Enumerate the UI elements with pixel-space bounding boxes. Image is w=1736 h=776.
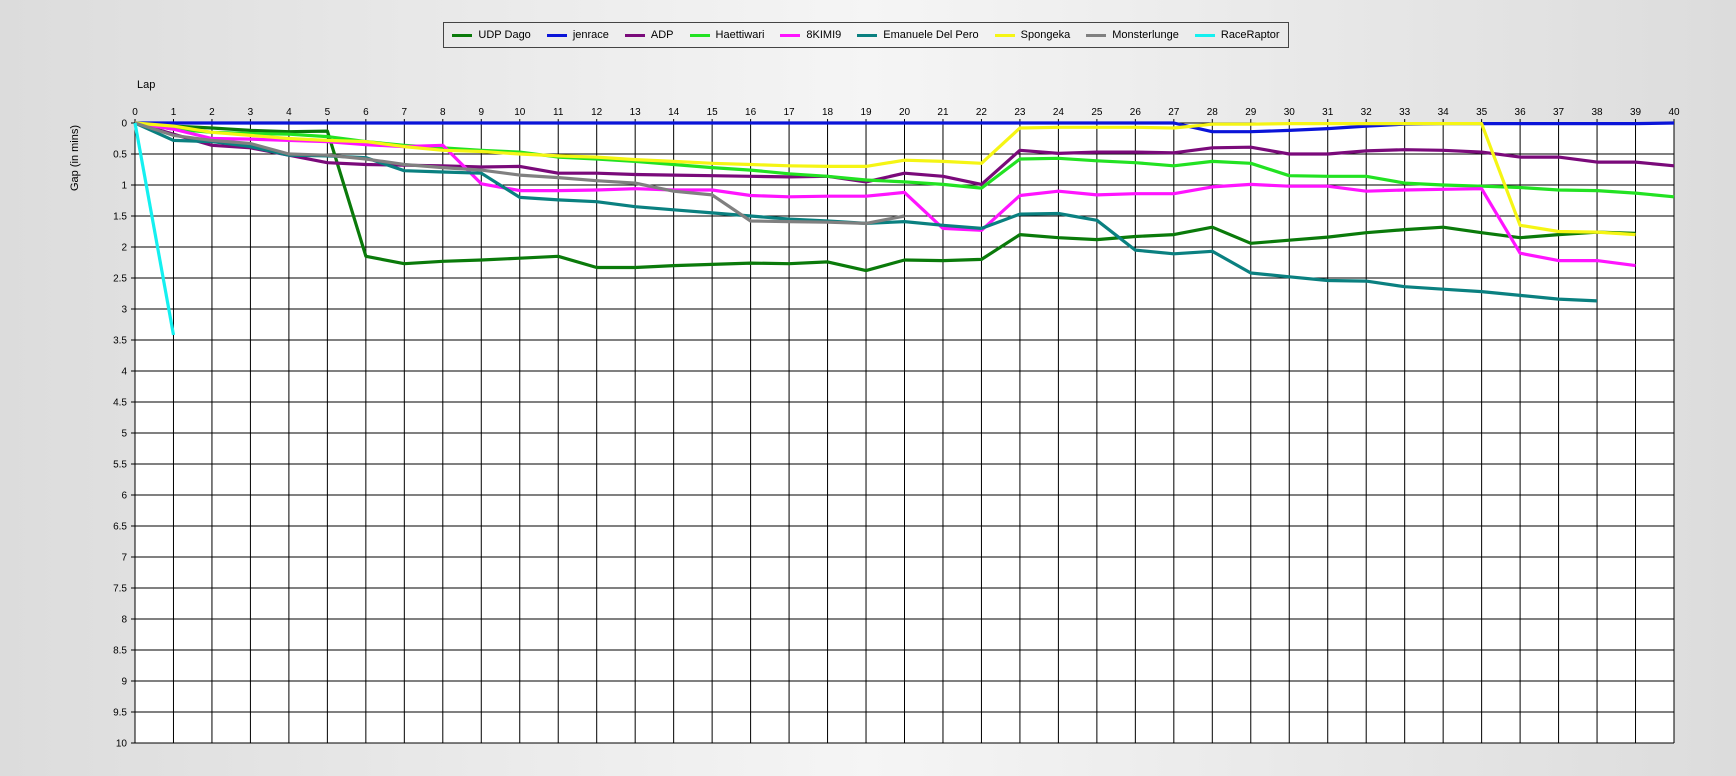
- y-axis-title: Gap (in mins): [69, 125, 81, 191]
- x-tick-label: 3: [248, 107, 254, 118]
- x-tick-label: 37: [1553, 107, 1565, 118]
- x-tick-label: 12: [591, 107, 603, 118]
- x-tick-label: 34: [1438, 107, 1450, 118]
- x-tick-label: 10: [514, 107, 526, 118]
- x-tick-label: 24: [1053, 107, 1065, 118]
- x-tick-label: 30: [1284, 107, 1296, 118]
- y-tick-label: 4: [121, 367, 127, 378]
- x-tick-label: 33: [1399, 107, 1411, 118]
- x-tick-label: 15: [707, 107, 719, 118]
- y-tick-label: 2: [121, 243, 127, 254]
- chart-plot-area: 0 1 2 3 4 5 6 7 8 9 10 11 12 13 14 15 16 17 18 19 20 21 22 23 24…: [69, 79, 1680, 750]
- y-tick-label: 4.5: [113, 398, 127, 409]
- x-tick-label: 20: [899, 107, 911, 118]
- y-tick-label: 6: [121, 491, 127, 502]
- x-tick-label: 32: [1361, 107, 1373, 118]
- x-tick-label: 39: [1630, 107, 1642, 118]
- x-tick-label: 28: [1207, 107, 1219, 118]
- y-tick-label: 5: [121, 429, 127, 440]
- y-tick-label: 5.5: [113, 460, 127, 471]
- x-tick-label: 18: [822, 107, 834, 118]
- x-tick-label: 23: [1014, 107, 1026, 118]
- x-tick-label: 22: [976, 107, 988, 118]
- y-tick-label: 3.5: [113, 336, 127, 347]
- y-tick-label: 6.5: [113, 522, 127, 533]
- x-tick-label: 0: [132, 107, 138, 118]
- x-tick-label: 27: [1168, 107, 1180, 118]
- x-tick-label: 19: [860, 107, 872, 118]
- y-tick-label: 9: [121, 677, 127, 688]
- y-tick-label: 3: [121, 305, 127, 316]
- y-tick-label: 1: [121, 181, 127, 192]
- x-tick-label: 2: [209, 107, 215, 118]
- x-tick-label: 16: [745, 107, 757, 118]
- gap-chart: UDP Dago jenrace ADP Haettiwari 8KIMI9 Emanue…: [0, 0, 1736, 776]
- x-tick-label: 4: [286, 107, 292, 118]
- x-tick-label: 11: [553, 107, 564, 118]
- x-tick-label: 21: [937, 107, 949, 118]
- x-tick-label: 29: [1245, 107, 1257, 118]
- y-tick-label: 8.5: [113, 646, 127, 657]
- x-tick-label: 7: [402, 107, 408, 118]
- x-tick-label: 8: [440, 107, 446, 118]
- y-tick-label: 7.5: [113, 584, 127, 595]
- x-tick-label: 17: [784, 107, 796, 118]
- y-tick-label: 7: [121, 553, 127, 564]
- x-tick-label: 13: [630, 107, 642, 118]
- y-tick-label: 2.5: [113, 274, 127, 285]
- x-tick-label: 40: [1668, 107, 1680, 118]
- y-tick-label: 0.5: [113, 150, 127, 161]
- x-tick-label: 36: [1515, 107, 1527, 118]
- x-tick-label: 26: [1130, 107, 1142, 118]
- x-tick-label: 31: [1322, 107, 1334, 118]
- y-tick-label: 1.5: [113, 212, 127, 223]
- x-axis-title: Lap: [137, 79, 155, 91]
- x-tick-label: 9: [478, 107, 484, 118]
- y-tick-label: 9.5: [113, 708, 127, 719]
- x-tick-label: 5: [325, 107, 331, 118]
- y-tick-label: 8: [121, 615, 127, 626]
- y-tick-label: 0: [121, 119, 127, 130]
- x-tick-label: 1: [171, 107, 177, 118]
- y-tick-label: 10: [116, 739, 128, 750]
- x-tick-label: 35: [1476, 107, 1488, 118]
- x-tick-label: 6: [363, 107, 369, 118]
- x-tick-label: 25: [1091, 107, 1103, 118]
- x-tick-label: 38: [1591, 107, 1603, 118]
- x-tick-label: 14: [668, 107, 680, 118]
